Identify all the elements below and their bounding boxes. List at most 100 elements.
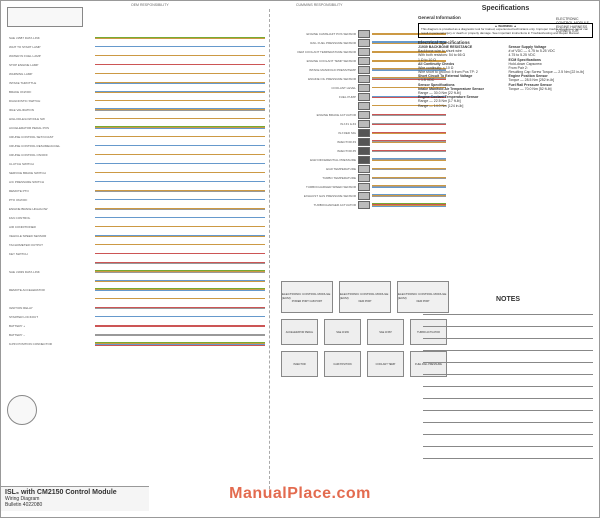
wire-trace (95, 188, 265, 193)
wire-row (95, 303, 265, 312)
wire-row (95, 177, 265, 186)
signal-label: SERVICE BRAKE SWITCH (9, 168, 89, 177)
wire-label: INJECTOR #3 (281, 140, 356, 144)
wire-trace (95, 332, 265, 337)
wire-row (95, 213, 265, 222)
signal-label: WAIT TO START LAMP (9, 42, 89, 51)
signal-label: SAE J1939 DATA LINK (9, 267, 89, 276)
wire-trace (95, 179, 265, 184)
specifications-block: Specifications General Information ▲ WAR… (418, 5, 593, 108)
wire-row (95, 150, 265, 159)
coolant-i1: Range — 14.0 Nm [124 in-lb] (418, 104, 503, 108)
notes-line (423, 423, 593, 435)
notes-line (423, 447, 593, 459)
signal-label: ENGINE BRAKE HIGH/LOW (9, 204, 89, 213)
wire-row (95, 330, 265, 339)
wire-trace (95, 224, 265, 229)
wire-row (95, 204, 265, 213)
wire-row: TURBOCHARGER ACTUATOR (281, 200, 446, 209)
left-signal-labels: SAE J1587 DATA LINKWAIT TO START LAMPWAT… (9, 33, 89, 348)
wire-row (95, 222, 265, 231)
wire-trace (95, 107, 265, 112)
connector-sub: POWER PORT CAB PORT (292, 300, 322, 303)
wire-trace (95, 197, 265, 202)
notes-title: NOTES (423, 296, 593, 303)
wire-trace (95, 143, 265, 148)
wire-row: INJECTOR #3 (281, 137, 446, 146)
wire-trace (372, 139, 446, 144)
signal-label: CLUTCH SWITCH (9, 159, 89, 168)
warning-box: ▲ WARNING ▲ This diagram is provided as … (418, 23, 593, 38)
wire-label: INJ #1 & #4 (281, 122, 356, 126)
wire-row (95, 321, 265, 330)
connector-label: SAE J1587 (379, 331, 392, 334)
notes-line (423, 339, 593, 351)
notes-line (423, 399, 593, 411)
connector-label: SAE J1939 (336, 331, 349, 334)
notes-line (423, 327, 593, 339)
notes-line (423, 303, 593, 315)
wire-row (95, 33, 265, 42)
wire-row (95, 141, 265, 150)
wire-trace (95, 98, 265, 103)
wire-row (95, 42, 265, 51)
connector-diagram: COOLANT TEMP (367, 351, 404, 377)
wire-label: EXHAUST GAS PRESSURE SENSOR (281, 194, 356, 198)
connector-icon (358, 174, 370, 182)
connector-icon (358, 30, 370, 38)
signal-label: DIAGNOSTIC SWITCH (9, 96, 89, 105)
wire-row (95, 258, 265, 267)
wire-row: EGR DIFFERENTIAL PRESSURE (281, 155, 446, 164)
wire-trace (95, 269, 265, 274)
connector-sub: OEM PORT (358, 300, 371, 303)
wire-trace (95, 44, 265, 49)
wire-row (95, 285, 265, 294)
wire-trace (372, 112, 446, 117)
signal-label: TACHOMETER OUTPUT (9, 240, 89, 249)
wire-trace (95, 170, 265, 175)
signal-label: BATTERY + (9, 321, 89, 330)
connector-icon (358, 120, 370, 128)
signal-label: PTO ON/OFF (9, 195, 89, 204)
connector-label: ACCELERATOR PEDAL (286, 331, 313, 334)
wire-label: RAIL FUEL PRESSURE SENSOR (281, 41, 356, 45)
wire-trace (372, 121, 446, 126)
connector-icon (358, 165, 370, 173)
connector-icon (358, 192, 370, 200)
signal-label: WATER IN FUEL LAMP (9, 51, 89, 60)
notes-line (423, 375, 593, 387)
wire-row (95, 339, 265, 348)
oem-side-panel: SAE J1587 DATA LINKWAIT TO START LAMPWAT… (5, 5, 265, 490)
notes-line (423, 315, 593, 327)
wire-trace (95, 80, 265, 85)
title-main: ISL₉ with CM2150 Control Module (5, 489, 145, 496)
wire-trace (95, 242, 265, 247)
wire-label: INJECTOR #5 (281, 149, 356, 153)
wire-row: TURBOCHARGER SPEED SENSOR (281, 182, 446, 191)
wire-trace (95, 125, 265, 130)
wire-trace (95, 152, 265, 157)
wire-row (95, 69, 265, 78)
wire-row (95, 312, 265, 321)
signal-label: FAN CONTROL (9, 213, 89, 222)
connector-diagram: INJECTOR (281, 351, 318, 377)
wire-label: TURBO TEMPERATURE (281, 176, 356, 180)
wire-label: FUEL PUMP (281, 95, 356, 99)
wire-trace (95, 215, 265, 220)
notes-line (423, 351, 593, 363)
wire-row (95, 60, 265, 69)
wire-trace (95, 314, 265, 319)
wire-trace (372, 175, 446, 180)
connector-icon (358, 39, 370, 47)
signal-label: AIR CONDITIONER (9, 222, 89, 231)
notes-line (423, 435, 593, 447)
connector-icon (358, 183, 370, 191)
signal-label: IDLE VALIDATION (9, 105, 89, 114)
battery-symbol (7, 395, 37, 425)
wire-trace (95, 62, 265, 67)
wire-row (95, 96, 265, 105)
signal-label (9, 258, 89, 267)
connector-label: ELECTRONIC CONTROL MODULE (ECM) (340, 292, 390, 300)
connector-icon (358, 111, 370, 119)
connector-icon (358, 129, 370, 137)
